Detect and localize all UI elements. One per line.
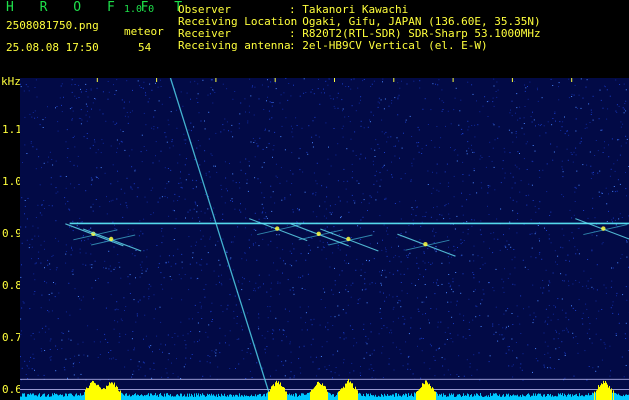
y-tick-label: 1.0: [2, 174, 22, 188]
date-time: 25.08.08 17:50: [6, 41, 99, 54]
meteor-count: 54: [138, 41, 152, 54]
noise-layer: [20, 78, 629, 381]
antenna-key: Receiving antenna: [178, 39, 291, 52]
meteor-echo: [328, 234, 373, 246]
app-version: 1.0.0: [124, 4, 155, 15]
y-tick-label: 0.8: [2, 278, 22, 292]
meteor-label: meteor: [124, 25, 164, 38]
meteor-echo-core: [316, 231, 321, 237]
meteor-echo-core: [346, 236, 351, 242]
plane-trail: [169, 78, 272, 400]
y-tick-label: 0.7: [2, 330, 22, 344]
spectrogram-plot: [20, 78, 629, 400]
y-tick-label: 1.1: [2, 122, 22, 136]
meteor-echo-core: [423, 241, 428, 247]
meteor-echo-core: [601, 226, 606, 231]
y-tick-label: 0.6: [2, 382, 22, 396]
app-logo: H R O F F T: [6, 0, 192, 15]
meteor-echo: [583, 224, 628, 236]
spectrogram-svg: [20, 78, 629, 400]
y-tick-label: 0.9: [2, 226, 22, 240]
y-axis-label: kHz: [1, 75, 21, 88]
antenna-value: : 2el-HB9CV Vertical (el. E-W): [289, 39, 488, 52]
meteor-echo-core: [108, 236, 114, 242]
file-name: 2508081750.png: [6, 19, 99, 32]
meteor-echo-core: [275, 226, 280, 231]
meteor-echo: [257, 224, 302, 236]
